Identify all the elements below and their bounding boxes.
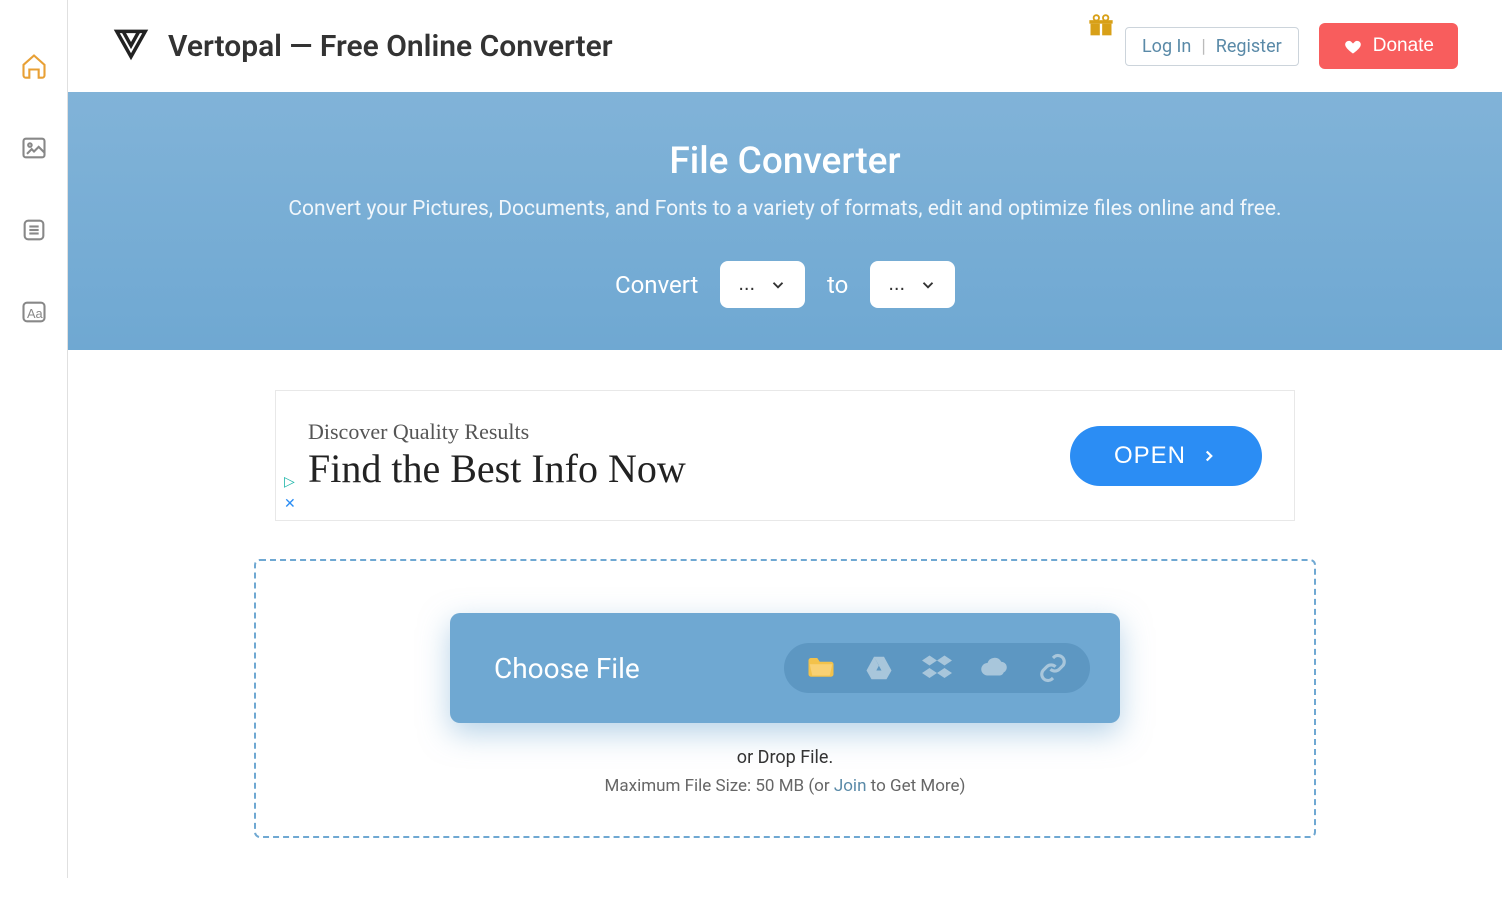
to-format-value: ...	[888, 273, 905, 296]
brand-logo-icon	[112, 25, 150, 67]
header-right: Log In | Register Donate	[1077, 23, 1458, 69]
ad-close-icon[interactable]: ✕	[284, 496, 296, 512]
dropzone[interactable]: Choose File or Drop File.	[254, 559, 1316, 838]
source-google-drive[interactable]	[862, 653, 896, 683]
from-format-value: ...	[738, 273, 755, 296]
register-link[interactable]: Register	[1216, 36, 1282, 57]
adchoices-icon[interactable]: ▷	[284, 474, 296, 490]
donate-label: Donate	[1373, 35, 1434, 57]
gift-icon[interactable]	[1087, 12, 1115, 44]
chevron-down-icon	[769, 276, 787, 294]
auth-box: Log In | Register	[1125, 27, 1299, 66]
convert-row: Convert ... to ...	[108, 261, 1462, 308]
hero-subtitle: Convert your Pictures, Documents, and Fo…	[108, 197, 1462, 221]
source-dropbox[interactable]	[920, 653, 954, 683]
donate-button[interactable]: Donate	[1319, 23, 1458, 69]
hero-title: File Converter	[108, 140, 1462, 183]
choose-file-button[interactable]: Choose File	[450, 613, 1120, 723]
dropbox-icon	[922, 653, 952, 683]
login-link[interactable]: Log In	[1142, 36, 1191, 57]
link-icon	[1038, 653, 1068, 683]
sidebar-home[interactable]	[18, 50, 50, 82]
source-local[interactable]	[804, 653, 838, 683]
max-size-text: Maximum File Size: 50 MB (or Join to Get…	[296, 776, 1274, 796]
chevron-down-icon	[919, 276, 937, 294]
header: Vertopal — Free Online Converter Log In …	[68, 0, 1502, 92]
to-format-select[interactable]: ...	[870, 261, 955, 308]
advertisement: ▷ ✕ Discover Quality Results Find the Be…	[275, 390, 1295, 521]
sidebar-documents[interactable]	[18, 214, 50, 246]
main-content: Vertopal — Free Online Converter Log In …	[68, 0, 1502, 878]
font-icon: Aa	[20, 298, 48, 326]
auth-separator: |	[1201, 36, 1205, 57]
drop-text: or Drop File.	[296, 747, 1274, 768]
sidebar-fonts[interactable]: Aa	[18, 296, 50, 328]
choose-file-label: Choose File	[480, 652, 640, 685]
folder-icon	[806, 653, 836, 683]
google-drive-icon	[864, 653, 894, 683]
to-label: to	[827, 271, 848, 299]
convert-label: Convert	[615, 271, 698, 299]
chevron-right-icon	[1200, 447, 1218, 465]
hero: File Converter Convert your Pictures, Do…	[68, 92, 1502, 350]
ad-open-button[interactable]: OPEN	[1070, 426, 1262, 486]
source-onedrive[interactable]	[978, 653, 1012, 683]
ad-headline: Find the Best Info Now	[308, 445, 686, 492]
from-format-select[interactable]: ...	[720, 261, 805, 308]
image-icon	[20, 134, 48, 162]
source-pills	[784, 643, 1090, 693]
ad-subtitle: Discover Quality Results	[308, 419, 686, 445]
onedrive-icon	[980, 653, 1010, 683]
donate-icon	[1343, 36, 1363, 56]
join-link[interactable]: Join	[834, 776, 867, 796]
svg-text:Aa: Aa	[27, 306, 44, 321]
home-icon	[20, 52, 48, 80]
source-url[interactable]	[1036, 653, 1070, 683]
ad-button-label: OPEN	[1114, 442, 1186, 470]
ad-text[interactable]: Discover Quality Results Find the Best I…	[308, 419, 686, 492]
ad-markers: ▷ ✕	[284, 474, 296, 512]
brand-title: Vertopal — Free Online Converter	[168, 29, 613, 64]
sidebar: Aa	[0, 0, 68, 878]
brand[interactable]: Vertopal — Free Online Converter	[112, 25, 613, 67]
sidebar-images[interactable]	[18, 132, 50, 164]
document-icon	[20, 216, 48, 244]
